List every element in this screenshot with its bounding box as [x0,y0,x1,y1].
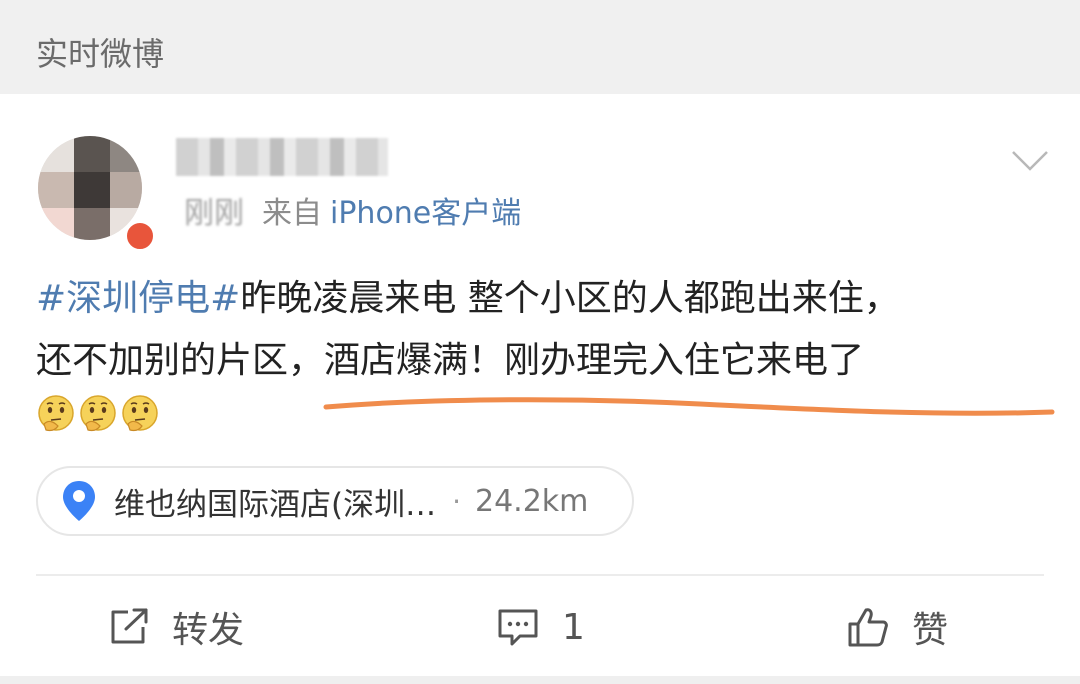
thumbs-up-icon [848,608,888,647]
post-time: 刚刚 [184,196,244,231]
like-label: 赞 [912,610,949,651]
location-name: 维也纳国际酒店(深圳… [114,486,437,523]
hashtag-link[interactable]: #深圳停电# [36,278,240,319]
post-source-client[interactable]: iPhone客户端 [330,196,521,231]
like-button[interactable]: 赞 [846,602,948,652]
repost-button[interactable]: 转发 [108,602,244,652]
username-redacted[interactable] [176,138,388,176]
thinking-face-emoji-icon [80,395,116,432]
divider [36,574,1044,576]
location-tag[interactable]: 维也纳国际酒店(深圳… · 24.2km [36,466,634,536]
thinking-face-emoji-icon [38,395,74,432]
section-header: 实时微博 [0,0,1080,94]
comment-count: 1 [562,606,585,648]
repost-label: 转发 [172,610,245,651]
chevron-down-icon[interactable] [1010,148,1050,174]
post-source-prefix: 来自 [262,196,322,231]
emoji-row [36,394,160,440]
post-card[interactable]: 刚刚 来自 iPhone客户端 #深圳停电#昨晚凌晨来电 整个小区的人都跑出来住， … [0,94,1080,676]
post-meta: 刚刚 来自 iPhone客户端 [184,194,521,234]
bottom-separator [0,676,1080,684]
verified-badge-icon [124,220,156,252]
post-text-rest: 昨晚凌晨来电 整个小区的人都跑出来住， [240,278,900,319]
location-distance: 24.2km [475,483,589,519]
avatar[interactable] [38,136,142,240]
location-pin-icon [63,481,95,521]
comment-button[interactable]: 1 [496,602,585,652]
post-text-line-1: #深圳停电#昨晚凌晨来电 整个小区的人都跑出来住， [36,268,1056,330]
location-separator: · [452,484,461,518]
weibo-feed-screen: 实时微博 刚刚 来自 iPhone客户端 #深圳停电#昨晚凌晨来电 整个小区的人都跑… [0,0,1080,684]
comment-icon [498,609,538,646]
thinking-face-emoji-icon [122,395,158,432]
section-title: 实时微博 [36,35,165,73]
post-body: #深圳停电#昨晚凌晨来电 整个小区的人都跑出来住， 还不加别的片区，酒店爆满！刚… [36,268,1056,392]
repost-icon [111,608,148,644]
post-text-line-2: 还不加别的片区，酒店爆满！刚办理完入住它来电了 [36,340,865,381]
